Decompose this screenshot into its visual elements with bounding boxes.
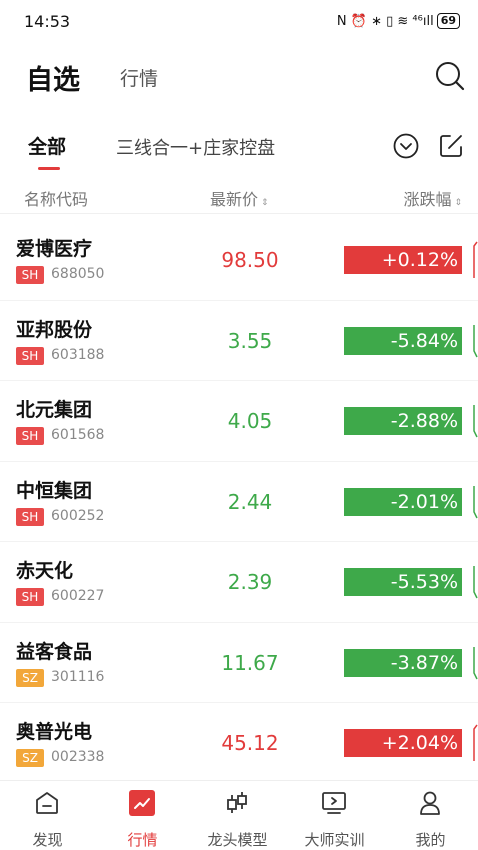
tab-master-training[interactable]: 大师实训 [287,781,382,850]
latest-price: 2.39 [227,570,273,594]
sparkline-icon [473,566,478,599]
sparkline-icon [473,724,478,761]
sparkline-icon [473,324,478,357]
tab-market-active[interactable]: 行情 [95,781,190,850]
stock-row[interactable]: 亚邦股份 SH 603188 3.55 -5.84% [0,301,478,381]
group-tab-all[interactable]: 全部 [28,132,66,159]
stock-row[interactable]: 赤天化 SH 600227 2.39 -5.53% [0,542,478,623]
candlestick-icon [227,792,247,813]
stock-code: 002338 [51,749,105,765]
stock-name: 奥普光电 [16,721,93,743]
sparkline-icon [473,485,478,518]
latest-price: 98.50 [221,248,279,272]
market-badge: SH [16,507,44,526]
market-badge: SH [16,346,44,365]
person-icon [420,791,440,815]
stock-code: 601568 [51,427,105,443]
stock-name: 亚邦股份 [16,318,93,341]
stock-name: 中恒集团 [16,479,93,502]
market-badge: SH [16,588,44,606]
sparkline-icon [473,405,478,438]
system-status-icons: N ⏰ ∗ ▯ ≋ ⁴⁶ıll [336,13,434,29]
stock-code: 600227 [51,588,105,604]
edit-icon[interactable] [437,132,465,160]
change-pct-badge[interactable]: -5.53% [344,568,462,596]
tab-label: 发现 [32,831,63,849]
stock-row[interactable]: 爱博医疗 SH 688050 98.50 +0.12% [0,220,478,301]
stock-row[interactable]: 奥普光电 SZ 002338 45.12 +2.04% [0,703,478,784]
stock-row[interactable]: 益客食品 SZ 301116 11.67 -3.87% [0,623,478,703]
tab-me[interactable]: 我的 [383,781,478,850]
chart-trend-icon [129,790,155,816]
search-icon[interactable] [434,60,466,92]
latest-price: 2.44 [227,489,273,514]
change-pct-badge[interactable]: -3.87% [344,648,462,677]
stock-name: 赤天化 [16,560,74,582]
column-change-pct-label: 涨跌幅 [403,190,452,209]
bottom-tab-bar: 发现 行情 龙头模型 大师实训 我的 [0,780,478,850]
stock-list: 爱博医疗 SH 688050 98.50 +0.12% 亚邦股份 SH 603188 3.55 -… [0,220,478,784]
group-tab-custom[interactable]: 三线合一+庄家控盘 [116,134,275,160]
status-icons: N ⏰ ∗ ▯ ≋ ⁴⁶ıll 69 [337,13,460,29]
chevron-down-circle-icon[interactable] [392,132,420,160]
latest-price: 45.12 [221,731,279,755]
tab-discover[interactable]: 发现 [0,781,95,850]
market-badge: SZ [16,668,44,687]
sparkline-icon [473,241,478,278]
status-time: 14:53 [24,12,71,31]
latest-price: 11.67 [221,650,279,675]
tab-label: 行情 [127,831,158,849]
latest-price: 4.05 [227,409,273,433]
tab-market[interactable]: 行情 [120,64,158,91]
market-badge: SZ [16,749,44,767]
tab-label: 大师实训 [304,831,365,849]
battery-icon: 69 [436,13,460,29]
stock-code: 603188 [51,346,105,363]
watchlist-groups: 全部 三线合一+庄家控盘 [0,124,478,170]
change-pct-badge[interactable]: -2.01% [344,487,462,516]
play-screen-icon [322,792,346,814]
stock-name: 爱博医疗 [16,238,93,260]
stock-code: 600252 [51,507,105,524]
sparkline-icon [473,646,478,679]
tab-label: 我的 [415,831,446,849]
stock-row[interactable]: 中恒集团 SH 600252 2.44 -2.01% [0,462,478,542]
stock-row[interactable]: 北元集团 SH 601568 4.05 -2.88% [0,381,478,462]
change-pct-badge[interactable]: +2.04% [344,729,462,757]
latest-price: 3.55 [227,328,273,353]
change-pct-badge[interactable]: -5.84% [344,326,462,355]
stock-name: 益客食品 [16,640,93,663]
column-header: 名称代码 最新价 ⇕ 涨跌幅 ⇕ [0,180,478,214]
change-pct-badge[interactable]: +0.12% [344,246,462,274]
status-bar: 14:53 N ⏰ ∗ ▯ ≋ ⁴⁶ıll 69 [0,0,478,46]
header: 自选 行情 [0,50,478,106]
active-tab-indicator [38,167,60,170]
stock-code: 688050 [51,266,105,282]
market-badge: SH [16,427,44,445]
sort-icon: ⇕ [454,198,462,208]
sort-icon: ⇕ [261,198,269,208]
change-pct-badge[interactable]: -2.88% [344,407,462,435]
tab-label: 龙头模型 [207,831,268,849]
stock-code: 301116 [51,668,105,685]
page-title[interactable]: 自选 [26,58,80,97]
stock-name: 北元集团 [16,399,93,421]
column-latest-price-label: 最新价 [210,190,259,209]
home-icon [36,792,58,814]
column-latest-price[interactable]: 最新价 ⇕ [210,186,269,210]
column-name-code: 名称代码 [24,190,89,209]
market-badge: SH [16,266,44,284]
tab-leader-model[interactable]: 龙头模型 [190,781,285,850]
column-change-pct[interactable]: 涨跌幅 ⇕ [403,186,462,210]
